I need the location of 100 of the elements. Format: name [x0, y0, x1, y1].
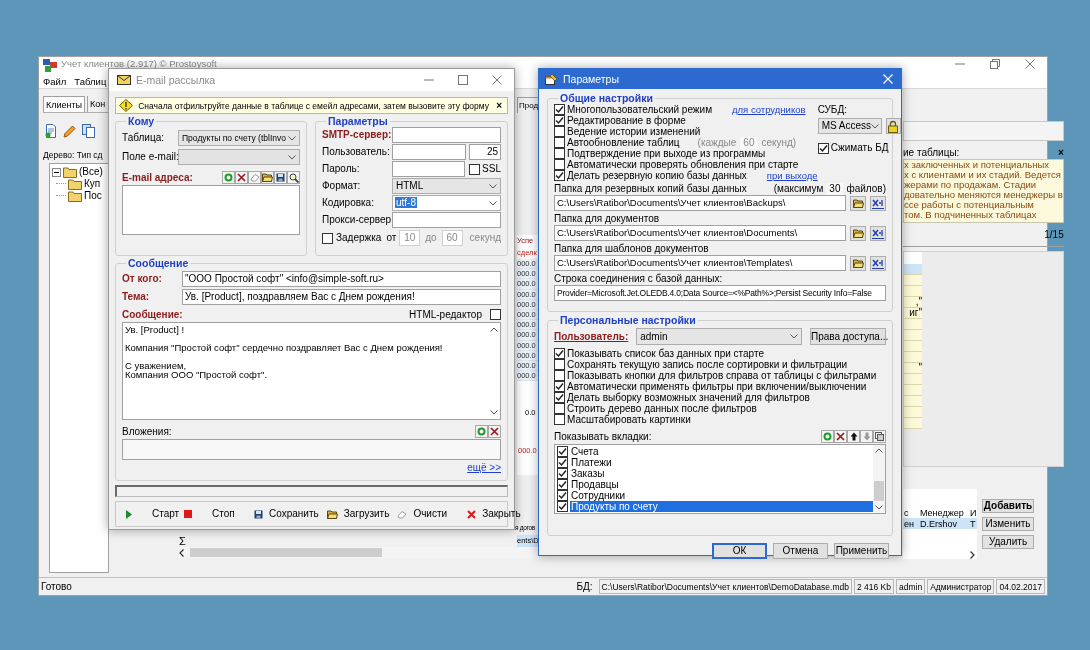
dropdown[interactable]: Продукты по счету (tblInvo — [178, 130, 300, 146]
path-field[interactable]: C:\Users\Ratibor\Documents\Учет клиентов\Templates\ — [554, 255, 846, 271]
toolbar-button[interactable]: Очисти — [397, 504, 456, 524]
list-item[interactable]: Сотрудники — [570, 490, 873, 501]
checkbox[interactable] — [557, 490, 568, 501]
add-icon[interactable] — [222, 171, 235, 184]
folder-button[interactable] — [850, 195, 866, 211]
dropdown[interactable]: admin — [636, 328, 802, 345]
access-button[interactable]: Права доступа... — [810, 328, 886, 345]
action-button[interactable]: Добавить — [982, 499, 1034, 513]
toolbar-button[interactable]: Стоп — [184, 504, 242, 524]
action-button[interactable]: Изменить — [982, 517, 1034, 531]
checkbox[interactable] — [554, 381, 565, 392]
copy-icon[interactable] — [873, 430, 886, 443]
checkbox[interactable] — [322, 232, 333, 244]
port-field[interactable]: 25 — [469, 144, 501, 160]
list-item[interactable]: Платежи — [570, 457, 873, 468]
input-field[interactable] — [392, 127, 501, 143]
scroll-thumb[interactable] — [874, 481, 884, 501]
clear-button[interactable] — [870, 255, 886, 271]
path-field[interactable]: C:\Users\Ratibor\Documents\Учет клиентов\Backups\ — [554, 195, 846, 211]
tree-item[interactable]: Куп — [84, 178, 101, 190]
input-field[interactable] — [903, 121, 1064, 141]
pencil-icon[interactable] — [63, 124, 76, 138]
checkbox[interactable] — [554, 392, 565, 403]
scroll-right-icon[interactable] — [970, 551, 975, 559]
input-field[interactable] — [392, 212, 501, 228]
scroll-up-icon[interactable] — [490, 327, 498, 332]
toolbar-button[interactable]: Старт — [126, 504, 184, 524]
copy-icon[interactable] — [82, 124, 95, 138]
tree-item[interactable]: Пос — [84, 190, 102, 202]
checkbox[interactable] — [554, 170, 565, 181]
link[interactable]: при выходе — [766, 169, 818, 182]
checkbox[interactable] — [557, 446, 568, 457]
add-icon[interactable] — [475, 425, 488, 438]
checkbox[interactable] — [554, 370, 565, 381]
checkbox[interactable] — [469, 163, 481, 175]
up-arrow-icon[interactable] — [847, 430, 860, 443]
delete-icon[interactable] — [488, 425, 501, 438]
add-icon[interactable] — [821, 430, 834, 443]
scrollbar[interactable] — [873, 445, 885, 513]
dialog-button[interactable]: ОК — [712, 543, 767, 559]
tab[interactable]: Клиенты — [43, 96, 86, 112]
checkbox[interactable] — [557, 468, 568, 479]
restore-icon[interactable] — [990, 59, 1000, 69]
checkbox[interactable] — [490, 309, 501, 320]
checkbox[interactable] — [554, 126, 565, 137]
input-field[interactable] — [392, 144, 466, 160]
toolbar-button[interactable]: Закрыть — [467, 504, 529, 524]
collapse-icon[interactable] — [52, 167, 61, 177]
folder-button[interactable] — [850, 255, 866, 271]
dropdown[interactable]: utf-8 — [392, 195, 501, 211]
input-field[interactable]: 60 — [740, 136, 758, 149]
checkbox[interactable] — [554, 414, 565, 425]
scroll-up-icon[interactable] — [875, 448, 883, 453]
menu-item[interactable]: Файл — [43, 75, 67, 88]
scroll-thumb[interactable] — [190, 548, 382, 557]
folder-icon[interactable] — [261, 171, 274, 184]
link[interactable]: для сотрудников — [732, 103, 806, 116]
folder-button[interactable] — [850, 225, 866, 241]
input-field[interactable]: Ув. [Product], поздравляем Вас с Днем рождения! — [182, 289, 501, 305]
input-field[interactable]: 10 — [399, 230, 421, 246]
checkbox[interactable] — [554, 115, 565, 126]
checkbox[interactable] — [554, 403, 565, 414]
action-button[interactable]: Удалить — [982, 535, 1034, 549]
checkbox[interactable] — [554, 104, 565, 115]
toolbar-button[interactable]: Загрузить — [326, 504, 398, 524]
tab-list[interactable]: Счета Платежи Заказы Продавцы Сотрудники Продукты по счету — [554, 444, 886, 514]
dropdown[interactable]: HTML — [392, 178, 501, 194]
checkbox[interactable] — [554, 137, 565, 148]
save-icon[interactable] — [274, 171, 287, 184]
list-item[interactable]: Заказы — [570, 468, 873, 479]
input-field[interactable]: 30 — [826, 183, 844, 195]
close-icon[interactable] — [492, 75, 502, 85]
checkbox[interactable] — [554, 159, 565, 170]
dialog-button[interactable]: Применить — [834, 543, 889, 559]
delete-icon[interactable] — [235, 171, 248, 184]
checkbox[interactable] — [817, 142, 829, 154]
input-field[interactable]: "ООО Простой софт" <info@simple-soft.ru> — [182, 271, 501, 287]
dropdown[interactable]: MS Access — [817, 118, 882, 134]
close-button[interactable]: × — [494, 99, 504, 112]
checkbox[interactable] — [554, 148, 565, 159]
clear-button[interactable] — [870, 195, 886, 211]
scroll-down-icon[interactable] — [490, 410, 498, 415]
search-icon[interactable] — [287, 171, 300, 184]
input-field[interactable] — [391, 161, 466, 177]
close-button[interactable]: × — [1057, 147, 1064, 159]
clear-button[interactable] — [870, 225, 886, 241]
dialog-button[interactable]: Отмена — [773, 543, 828, 559]
message-box[interactable]: Ув. [Product] ! Компания "Простой софт" сердечно поздравляет Вас с Днем рождения! С уважением, Компания ООО "Простой софт". — [122, 322, 501, 420]
list-item[interactable]: Счета — [570, 446, 873, 457]
delete-icon[interactable] — [834, 430, 847, 443]
list-item[interactable]: Продукты по счету — [570, 501, 873, 512]
menu-item[interactable]: Таблиц — [74, 75, 107, 88]
lock-button[interactable] — [885, 118, 901, 134]
more-link[interactable]: ещё >> — [467, 462, 501, 474]
input-field[interactable]: 60 — [441, 230, 463, 246]
checkbox[interactable] — [557, 479, 568, 490]
checkbox[interactable] — [557, 501, 568, 512]
close-icon[interactable] — [1025, 59, 1035, 69]
